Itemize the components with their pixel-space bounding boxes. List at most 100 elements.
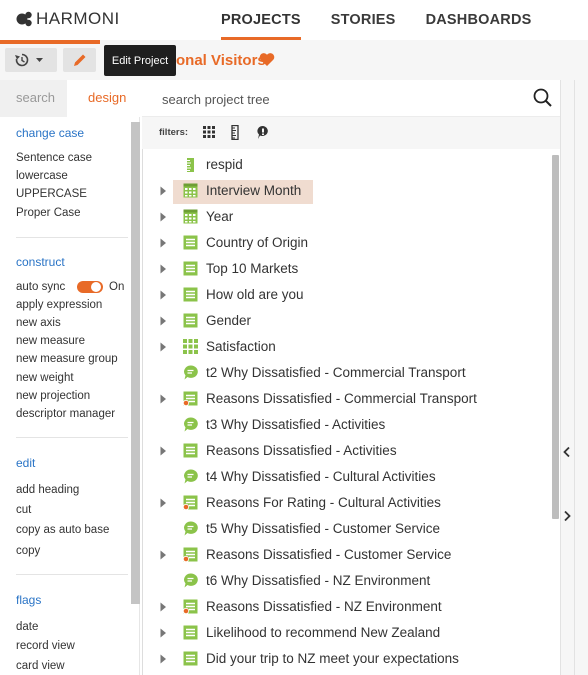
tree-node-label: Gender [206, 313, 252, 328]
tree-node[interactable]: t4 Why Dissatisfied - Cultural Activitie… [143, 464, 553, 490]
new-measure-action[interactable]: new measure [16, 335, 85, 347]
comment-icon [183, 573, 198, 593]
tree-node[interactable]: Satisfaction [143, 334, 553, 360]
filters-bar: filters: [142, 117, 560, 149]
grid-filter-icon[interactable] [202, 125, 216, 139]
list-icon [183, 261, 198, 281]
left-panel-tabs: search design [0, 80, 140, 117]
chevron-right-icon[interactable] [562, 510, 572, 522]
tree-node[interactable]: Reasons For Rating - Cultural Activities [143, 490, 553, 516]
list-flag-icon [182, 391, 198, 411]
expand-arrow-icon[interactable] [160, 550, 167, 560]
list-icon [183, 443, 198, 463]
tab-design[interactable]: design [88, 90, 126, 105]
expand-arrow-icon[interactable] [160, 394, 167, 404]
tree-node[interactable]: Year [143, 204, 553, 230]
tree-node-label: Did your trip to NZ meet your expectatio… [206, 651, 459, 666]
copy-action[interactable]: copy [16, 545, 40, 557]
expand-arrow-icon[interactable] [160, 342, 167, 352]
expand-arrow-icon[interactable] [160, 238, 167, 248]
expand-arrow-icon[interactable] [160, 498, 167, 508]
auto-sync-toggle[interactable] [77, 281, 103, 293]
expand-arrow-icon[interactable] [160, 654, 167, 664]
expand-arrow-icon[interactable] [160, 316, 167, 326]
expand-arrow-icon[interactable] [160, 628, 167, 638]
history-icon [15, 53, 43, 67]
logo-icon [16, 11, 32, 27]
new-weight-action[interactable]: new weight [16, 372, 74, 384]
new-projection-action[interactable]: new projection [16, 390, 90, 402]
tree-node[interactable]: Reasons Dissatisfied - NZ Environment [143, 594, 553, 620]
tree-node[interactable]: respid [143, 152, 553, 178]
design-panel: change case Sentence case lowercase UPPE… [0, 117, 140, 675]
lowercase-action[interactable]: lowercase [16, 170, 68, 182]
card-view-flag[interactable]: card view [16, 660, 65, 672]
list-flag-icon [182, 547, 198, 567]
tree-node[interactable]: Reasons Dissatisfied - Commercial Transp… [143, 386, 553, 412]
tab-stories[interactable]: STORIES [331, 0, 396, 40]
tree-node[interactable]: How old are you [143, 282, 553, 308]
tab-dashboards[interactable]: DASHBOARDS [426, 0, 532, 40]
heart-icon[interactable] [259, 52, 275, 67]
harmoni-logo[interactable]: HARMONI [16, 9, 120, 29]
tree-node-label: Reasons Dissatisfied - Customer Service [206, 547, 452, 562]
edit-project-button[interactable] [63, 48, 96, 72]
expand-arrow-icon[interactable] [160, 446, 167, 456]
history-button[interactable] [5, 48, 57, 72]
expand-arrow-icon[interactable] [160, 186, 167, 196]
tree-node[interactable]: t5 Why Dissatisfied - Customer Service [143, 516, 553, 542]
expand-arrow-icon[interactable] [160, 264, 167, 274]
record-view-flag[interactable]: record view [16, 640, 75, 652]
uppercase-action[interactable]: UPPERCASE [16, 188, 87, 200]
tree-node[interactable]: Gender [143, 308, 553, 334]
tree-node[interactable]: Reasons Dissatisfied - Customer Service [143, 542, 553, 568]
tree-node[interactable]: t3 Why Dissatisfied - Activities [143, 412, 553, 438]
tree-node[interactable]: Reasons Dissatisfied - Activities [143, 438, 553, 464]
tree-node[interactable]: Interview Month [143, 178, 553, 204]
pencil-icon [73, 54, 85, 66]
chevron-left-icon[interactable] [562, 446, 572, 458]
auto-sync-label: auto sync [16, 281, 66, 293]
tree-node[interactable]: Likelihood to recommend New Zealand [143, 620, 553, 646]
search-input[interactable] [162, 88, 522, 110]
tree-node[interactable]: Top 10 Markets [143, 256, 553, 282]
tree-node-label: Year [206, 209, 234, 224]
proper-case-action[interactable]: Proper Case [16, 207, 81, 219]
right-collapse-strip [560, 80, 588, 675]
descriptor-manager-action[interactable]: descriptor manager [16, 408, 115, 420]
new-measure-group-action[interactable]: new measure group [16, 353, 118, 365]
new-axis-action[interactable]: new axis [16, 317, 61, 329]
section-edit: edit [16, 456, 36, 470]
section-construct: construct [16, 255, 65, 269]
apply-expression-action[interactable]: apply expression [16, 299, 102, 311]
tree-node[interactable]: t6 Why Dissatisfied - NZ Environment [143, 568, 553, 594]
ruler-icon [183, 157, 197, 178]
add-heading-action[interactable]: add heading [16, 484, 79, 496]
tree-scrollbar[interactable] [552, 155, 559, 519]
tree-node-label: t3 Why Dissatisfied - Activities [206, 417, 386, 432]
copy-as-auto-base-action[interactable]: copy as auto base [16, 524, 109, 536]
expand-arrow-icon[interactable] [160, 602, 167, 612]
expand-arrow-icon[interactable] [160, 212, 167, 222]
cut-action[interactable]: cut [16, 504, 31, 516]
list-icon [183, 287, 198, 307]
tree-node[interactable]: Did your trip to NZ meet your expectatio… [143, 646, 553, 672]
tab-projects[interactable]: PROJECTS [221, 0, 301, 40]
tree-node[interactable]: t2 Why Dissatisfied - Commercial Transpo… [143, 360, 553, 386]
divider [16, 574, 128, 575]
search-icon[interactable] [532, 87, 554, 109]
tab-search[interactable]: search [0, 80, 67, 117]
expand-arrow-icon[interactable] [160, 290, 167, 300]
tree-node-label: t4 Why Dissatisfied - Cultural Activitie… [206, 469, 436, 484]
left-panel-scrollbar[interactable] [131, 122, 140, 604]
comment-filter-icon[interactable] [256, 125, 270, 140]
list-flag-icon [182, 495, 198, 515]
tree-node[interactable]: Country of Origin [143, 230, 553, 256]
tree-node-label: t5 Why Dissatisfied - Customer Service [206, 521, 441, 536]
tree-node-label: Reasons For Rating - Cultural Activities [206, 495, 441, 510]
grid-icon [183, 339, 198, 359]
sentence-case-action[interactable]: Sentence case [16, 152, 92, 164]
auto-sync-state: On [109, 281, 125, 293]
ruler-filter-icon[interactable] [230, 125, 240, 140]
date-flag[interactable]: date [16, 621, 38, 633]
